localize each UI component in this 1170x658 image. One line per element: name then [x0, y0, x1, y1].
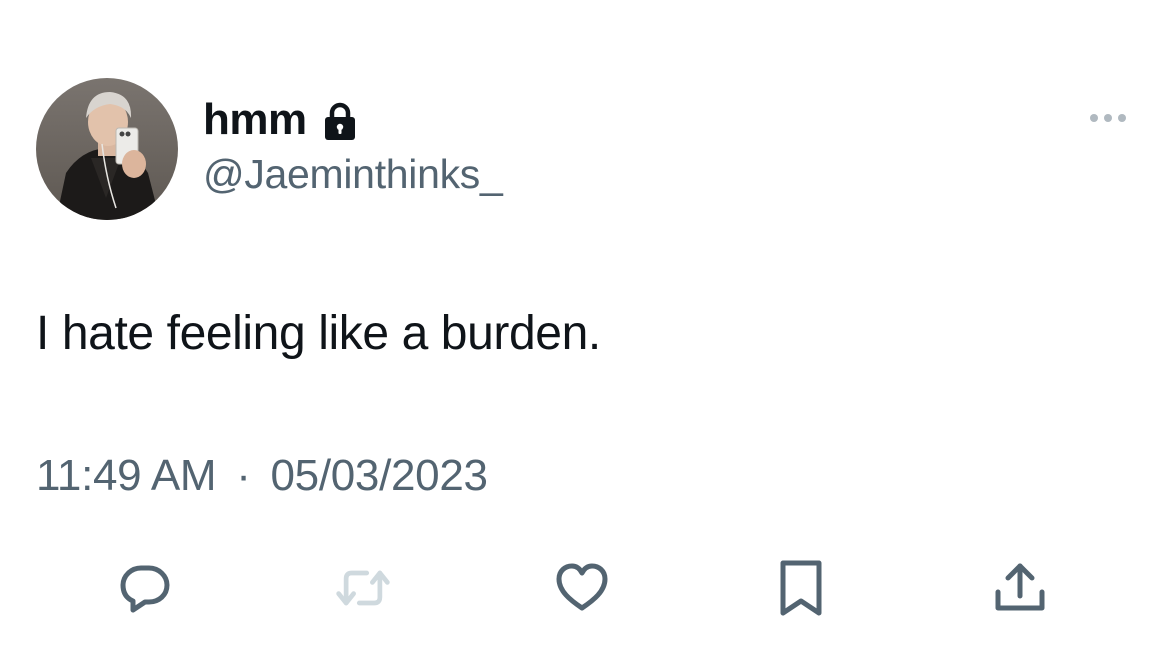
user-handle[interactable]: @Jaeminthinks_ — [203, 151, 503, 197]
heart-icon — [556, 563, 608, 611]
more-icon[interactable] — [1084, 106, 1132, 130]
tweet-time: 11:49 AM — [36, 451, 217, 500]
display-name-row: hmm — [203, 92, 359, 148]
retweet-icon — [336, 570, 390, 606]
lock-icon — [321, 102, 359, 142]
bookmark-button[interactable] — [771, 558, 831, 618]
avatar[interactable] — [36, 78, 178, 220]
action-bar — [0, 558, 1170, 618]
tweet-timestamp[interactable]: 11:49 AM · 05/03/2023 — [36, 451, 488, 500]
display-name[interactable]: hmm — [203, 98, 307, 142]
reply-icon — [120, 565, 170, 613]
tweet-text: I hate feeling like a burden. — [36, 307, 601, 360]
timestamp-separator: · — [236, 451, 251, 500]
reply-button[interactable] — [115, 558, 175, 618]
tweet-date: 05/03/2023 — [270, 451, 488, 500]
share-button[interactable] — [990, 558, 1050, 618]
like-button[interactable] — [552, 558, 612, 618]
tweet-card: hmm @Jaeminthinks_ I hate feeling like a… — [0, 0, 1170, 658]
avatar-photo — [36, 78, 178, 220]
bookmark-icon — [780, 560, 822, 616]
retweet-button[interactable] — [333, 558, 393, 618]
share-icon — [995, 563, 1045, 611]
